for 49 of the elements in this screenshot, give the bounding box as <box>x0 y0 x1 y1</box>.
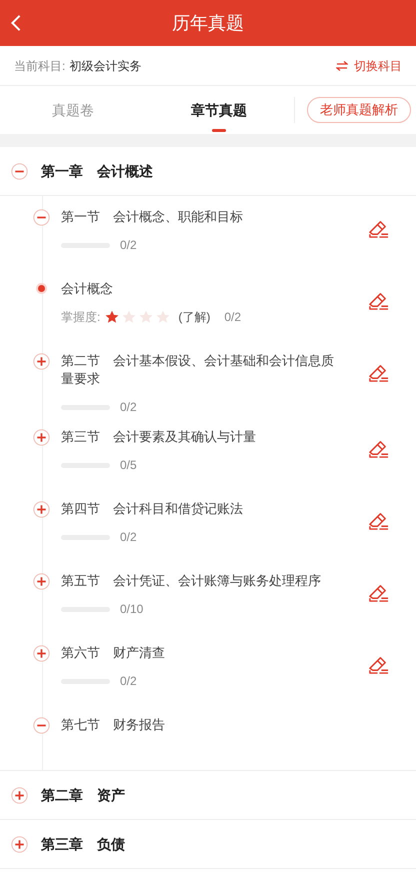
progress-count: 0/2 <box>120 529 137 546</box>
expand-icon[interactable] <box>33 645 50 662</box>
collapse-icon[interactable] <box>33 209 50 226</box>
star-icon <box>156 310 170 324</box>
expand-icon[interactable] <box>11 786 28 804</box>
expand-icon[interactable] <box>33 501 50 518</box>
mastery-level: (了解) <box>178 309 210 326</box>
star-icon <box>139 310 154 324</box>
chapter-title[interactable]: 第三章 负债 <box>41 834 125 854</box>
pencil-icon[interactable] <box>367 654 390 675</box>
progress-count: 0/2 <box>224 309 242 326</box>
pencil-icon[interactable] <box>367 362 390 383</box>
section-title[interactable]: 第一节 会计概念、职能和目标 <box>61 208 339 226</box>
collapse-icon[interactable] <box>11 162 28 180</box>
collapse-icon[interactable] <box>33 717 50 734</box>
page-title: 历年真题 <box>172 12 244 34</box>
section-title[interactable]: 第三节 会计要素及其确认与计量 <box>61 428 339 446</box>
section-title[interactable]: 第五节 会计凭证、会计账簿与账务处理程序 <box>61 572 339 590</box>
star-icon <box>122 310 136 324</box>
subject-label: 当前科目: <box>14 58 66 74</box>
swap-icon <box>336 60 348 70</box>
expand-icon[interactable] <box>11 836 28 852</box>
section-title[interactable]: 第七节 财务报告 <box>61 716 339 734</box>
tab[interactable]: 章节真题 <box>146 86 292 134</box>
progress-count: 0/2 <box>120 673 137 690</box>
teacher-analysis-button[interactable]: 老师真题解析 <box>307 97 411 123</box>
point-title[interactable]: 会计概念 <box>61 280 392 298</box>
star-icon <box>105 310 120 324</box>
section-title[interactable]: 第六节 财产清查 <box>61 644 339 662</box>
chapter-title[interactable]: 第二章 资产 <box>41 784 125 806</box>
back-icon[interactable] <box>10 14 22 32</box>
expand-icon[interactable] <box>33 573 50 590</box>
progress-count: 0/2 <box>120 237 137 254</box>
pencil-icon[interactable] <box>367 510 390 531</box>
chapter-title[interactable]: 第一章 会计概述 <box>41 160 153 182</box>
mastery-label: 掌握度: <box>61 309 100 326</box>
subject-name: 初级会计实务 <box>69 58 142 74</box>
progress-count: 0/5 <box>120 457 137 474</box>
pencil-icon[interactable] <box>367 290 390 311</box>
section-title[interactable]: 第四节 会计科目和借贷记账法 <box>61 500 339 518</box>
pencil-icon[interactable] <box>367 438 390 459</box>
expand-icon[interactable] <box>33 353 50 370</box>
expand-icon[interactable] <box>33 429 50 446</box>
switch-subject-button[interactable]: 切换科目 <box>336 56 402 74</box>
progress-count: 0/10 <box>120 601 144 618</box>
progress-count: 0/2 <box>120 399 137 416</box>
section-title[interactable]: 第二节 会计基本假设、会计基础和会计信息质量要求 <box>61 352 339 388</box>
pencil-icon[interactable] <box>367 218 390 239</box>
pencil-icon[interactable] <box>367 582 390 603</box>
